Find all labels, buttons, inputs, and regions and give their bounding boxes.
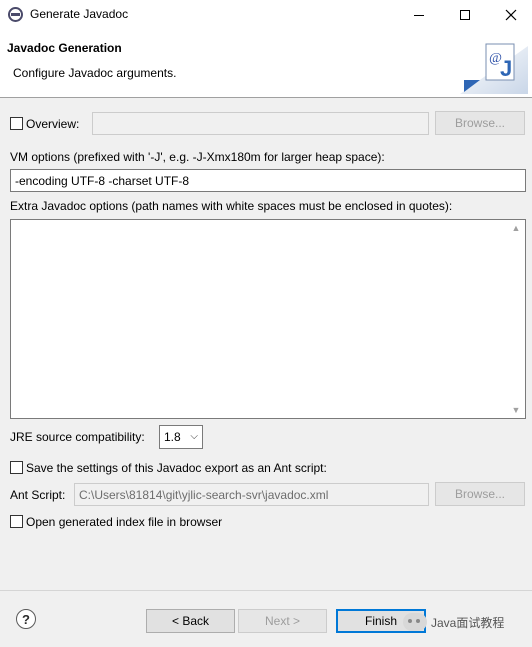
back-button[interactable]: < Back — [146, 609, 235, 633]
wechat-icon — [403, 613, 427, 631]
ant-browse-button[interactable]: Browse... — [435, 482, 525, 506]
vertical-scrollbar[interactable]: ▲ ▼ — [508, 220, 525, 418]
maximize-icon — [460, 10, 470, 20]
watermark-text: Java面试教程 — [431, 615, 505, 630]
ant-script-field[interactable]: C:\Users\81814\git\yjlic-search-svr\java… — [74, 483, 429, 506]
open-index-label: Open generated index file in browser — [26, 515, 223, 529]
svg-text:J: J — [500, 56, 512, 81]
scroll-up-icon[interactable]: ▲ — [511, 223, 521, 233]
wizard-header: Javadoc Generation Configure Javadoc arg… — [0, 30, 532, 98]
vm-options-label: VM options (prefixed with '-J', e.g. -J-… — [10, 150, 385, 164]
minimize-icon — [414, 14, 424, 16]
overview-label: Overview: — [26, 117, 80, 131]
ant-script-label: Ant Script: — [10, 488, 66, 502]
save-ant-label: Save the settings of this Javadoc export… — [26, 461, 327, 475]
page-title: Javadoc Generation — [7, 41, 122, 55]
overview-checkbox[interactable] — [10, 117, 23, 130]
minimize-button[interactable] — [396, 0, 442, 30]
footer-divider — [0, 590, 532, 591]
javadoc-wizard-icon: @ J — [460, 43, 528, 94]
window-title: Generate Javadoc — [30, 7, 129, 21]
extra-options-label: Extra Javadoc options (path names with w… — [10, 199, 453, 213]
eclipse-icon — [8, 7, 23, 22]
help-icon[interactable]: ? — [16, 609, 36, 629]
vm-options-input[interactable]: -encoding UTF-8 -charset UTF-8 — [10, 169, 526, 192]
page-description: Configure Javadoc arguments. — [13, 66, 177, 80]
maximize-button[interactable] — [442, 0, 488, 30]
scroll-down-icon[interactable]: ▼ — [511, 405, 521, 415]
overview-browse-button[interactable]: Browse... — [435, 111, 525, 135]
save-ant-checkbox[interactable] — [10, 461, 23, 474]
jre-select[interactable]: 1.8 ⌵ — [159, 425, 203, 449]
close-button[interactable] — [488, 0, 532, 30]
close-icon — [505, 9, 517, 21]
title-bar: Generate Javadoc — [0, 0, 532, 30]
watermark: Java面试教程 — [403, 613, 504, 631]
open-index-checkbox[interactable] — [10, 515, 23, 528]
jre-label: JRE source compatibility: — [10, 430, 145, 444]
next-button[interactable]: Next > — [238, 609, 327, 633]
overview-field[interactable] — [92, 112, 429, 135]
chevron-down-icon: ⌵ — [190, 431, 198, 442]
jre-selected-value: 1.8 — [164, 430, 181, 444]
extra-options-textarea[interactable]: ▲ ▼ — [10, 219, 526, 419]
